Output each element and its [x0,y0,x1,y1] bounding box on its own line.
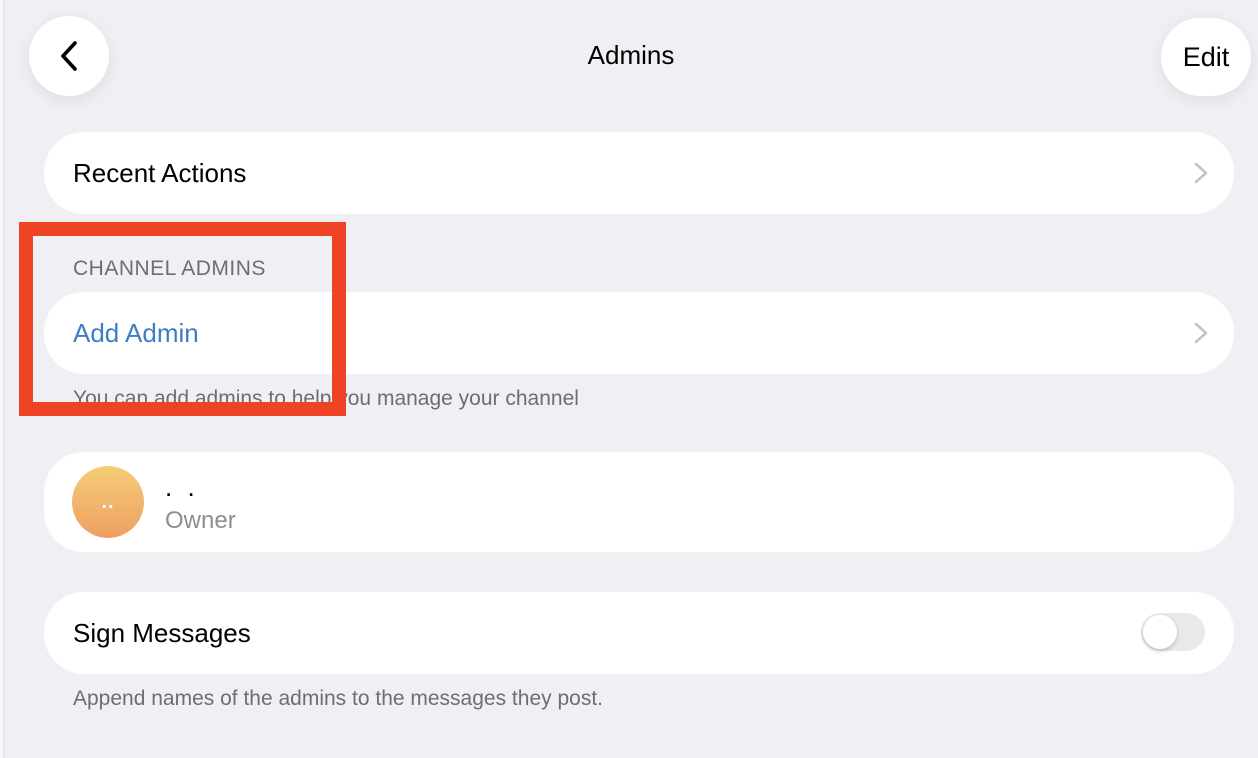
edit-button[interactable]: Edit [1161,18,1251,96]
admin-name: . . [165,472,199,502]
avatar: .. [72,466,144,538]
chevron-right-icon [1194,322,1208,344]
add-admin-label: Add Admin [73,318,199,348]
admin-list-item[interactable]: .. . . Owner [44,452,1234,552]
recent-actions-label: Recent Actions [73,158,247,188]
recent-actions-row[interactable]: Recent Actions [44,132,1234,214]
channel-admins-header: CHANNEL ADMINS [73,257,266,280]
sign-messages-toggle[interactable] [1141,613,1205,651]
toggle-knob [1143,615,1177,649]
admin-role: Owner [165,507,236,534]
page-title: Admins [587,40,675,70]
admins-screen: Admins Edit Recent Actions CHANNEL ADMIN… [4,0,1258,758]
add-admin-row[interactable]: Add Admin [44,292,1234,374]
add-admin-footnote: You can add admins to help you manage yo… [73,387,579,410]
sign-messages-footnote: Append names of the admins to the messag… [73,687,603,710]
chevron-right-icon [1194,162,1208,184]
sign-messages-row: Sign Messages [44,592,1234,674]
sign-messages-label: Sign Messages [73,618,251,648]
